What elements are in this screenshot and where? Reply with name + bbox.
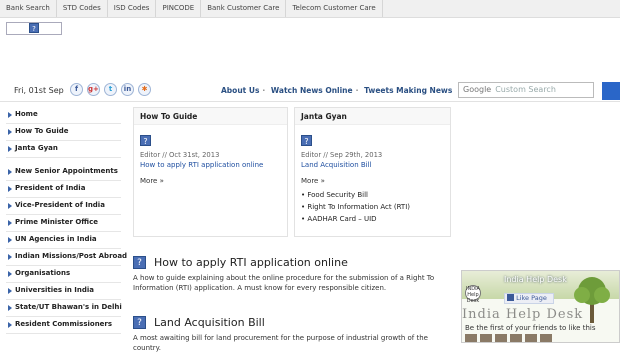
facebook-like-button[interactable]: Like Page <box>504 293 554 304</box>
india-help-desk-logo: INDIA Help Desk <box>465 285 481 304</box>
header-links: About Us · Watch News Online · Tweets Maki… <box>221 86 453 95</box>
avatar[interactable] <box>525 334 537 342</box>
sidebar: Home How To Guide Janta Gyan New Senior … <box>6 107 127 334</box>
about-us-link[interactable]: About Us <box>221 86 259 95</box>
like-icon <box>507 294 514 301</box>
post-title-link[interactable]: How to apply RTI application online <box>140 161 287 169</box>
sidebar-item-how-to-guide[interactable]: How To Guide <box>6 124 121 141</box>
post-meta: Editor // Sep 29th, 2013 <box>301 151 383 159</box>
search-button[interactable] <box>602 82 620 100</box>
friend-avatars <box>465 334 552 342</box>
banner-placeholder[interactable]: ? <box>6 22 62 35</box>
topnav-bank-search[interactable]: Bank Search <box>0 0 57 17</box>
friends-like-text: Be the first of your friends to like thi… <box>465 324 596 332</box>
sidebar-item-janta-gyan[interactable]: Janta Gyan <box>6 141 121 158</box>
sidebar-item-vice-president[interactable]: Vice-President of India <box>6 198 121 215</box>
sidebar-item-un-agencies[interactable]: UN Agencies in India <box>6 232 121 249</box>
social-icons: f g+ t in ✱ <box>70 83 151 96</box>
like-label: Like Page <box>516 294 547 302</box>
avatar[interactable] <box>480 334 492 342</box>
post-title-link[interactable]: Land Acquisition Bill <box>301 161 450 169</box>
article-summary: A how to guide explaining about the onli… <box>133 274 435 292</box>
broken-image-icon: ? <box>29 23 39 33</box>
list-item[interactable]: • Right To Information Act (RTI) <box>301 201 450 213</box>
rss-icon[interactable]: ✱ <box>138 83 151 96</box>
sidebar-item-organisations[interactable]: Organisations <box>6 266 121 283</box>
page-watermark: India Help Desk <box>462 307 584 322</box>
article-summary: A most awaiting bill for land procuremen… <box>133 334 428 352</box>
facebook-icon[interactable]: f <box>70 83 83 96</box>
topnav-isd-codes[interactable]: ISD Codes <box>108 0 157 17</box>
twitter-icon[interactable]: t <box>104 83 117 96</box>
search-placeholder: Custom Search <box>495 85 556 94</box>
article-rti: ? How to apply RTI application online A h… <box>133 256 451 293</box>
facebook-like-box: INDIA Help Desk India Help Desk Like Pag… <box>461 270 620 343</box>
sidebar-item-resident-commissioners[interactable]: Resident Commissioners <box>6 317 121 334</box>
how-to-guide-heading: How To Guide <box>134 108 287 125</box>
how-to-guide-box: How To Guide ? Editor // Oct 31st, 2013 … <box>133 107 288 237</box>
article-title[interactable]: Land Acquisition Bill <box>154 316 265 329</box>
facebook-page-name[interactable]: India Help Desk <box>504 275 567 284</box>
post-meta: Editor // Oct 31st, 2013 <box>140 151 220 159</box>
broken-image-icon: ? <box>301 135 312 146</box>
avatar[interactable] <box>510 334 522 342</box>
more-link[interactable]: More » <box>301 177 450 185</box>
google-plus-icon[interactable]: g+ <box>87 83 100 96</box>
search-brand: Google <box>463 85 492 94</box>
list-item[interactable]: • Food Security Bill <box>301 189 450 201</box>
janta-gyan-box: Janta Gyan ? Editor // Sep 29th, 2013 La… <box>294 107 451 237</box>
linkedin-icon[interactable]: in <box>121 83 134 96</box>
sidebar-item-universities[interactable]: Universities in India <box>6 283 121 300</box>
sidebar-item-senior-appointments[interactable]: New Senior Appointments <box>6 164 121 181</box>
avatar[interactable] <box>465 334 477 342</box>
sidebar-item-home[interactable]: Home <box>6 107 121 124</box>
broken-image-icon: ? <box>133 256 146 269</box>
list-item[interactable]: • AADHAR Card – UID <box>301 213 450 225</box>
avatar[interactable] <box>540 334 552 342</box>
topnav-std-codes[interactable]: STD Codes <box>57 0 108 17</box>
broken-image-icon: ? <box>140 135 151 146</box>
sidebar-item-pm-office[interactable]: Prime Minister Office <box>6 215 121 232</box>
tweets-making-news-link[interactable]: Tweets Making News <box>364 86 452 95</box>
article-land-bill: ? Land Acquisition Bill A most awaiting b… <box>133 316 451 353</box>
search-input[interactable]: Google Custom Search <box>458 82 594 98</box>
janta-gyan-heading: Janta Gyan <box>295 108 450 125</box>
broken-image-icon: ? <box>133 316 146 329</box>
top-navigation: Bank Search STD Codes ISD Codes PINCODE … <box>0 0 620 18</box>
topnav-telecom-customer-care[interactable]: Telecom Customer Care <box>286 0 383 17</box>
sidebar-item-indian-missions[interactable]: Indian Missions/Post Abroad <box>6 249 127 266</box>
current-date: Fri, 01st Sep <box>14 86 64 95</box>
topnav-pincode[interactable]: PINCODE <box>156 0 202 17</box>
sidebar-item-president[interactable]: President of India <box>6 181 121 198</box>
more-link[interactable]: More » <box>140 177 287 185</box>
article-title[interactable]: How to apply RTI application online <box>154 256 348 269</box>
topnav-bank-customer-care[interactable]: Bank Customer Care <box>201 0 287 17</box>
sidebar-item-state-bhawans[interactable]: State/UT Bhawan's in Delhi <box>6 300 122 317</box>
watch-news-online-link[interactable]: Watch News Online <box>271 86 353 95</box>
avatar[interactable] <box>495 334 507 342</box>
